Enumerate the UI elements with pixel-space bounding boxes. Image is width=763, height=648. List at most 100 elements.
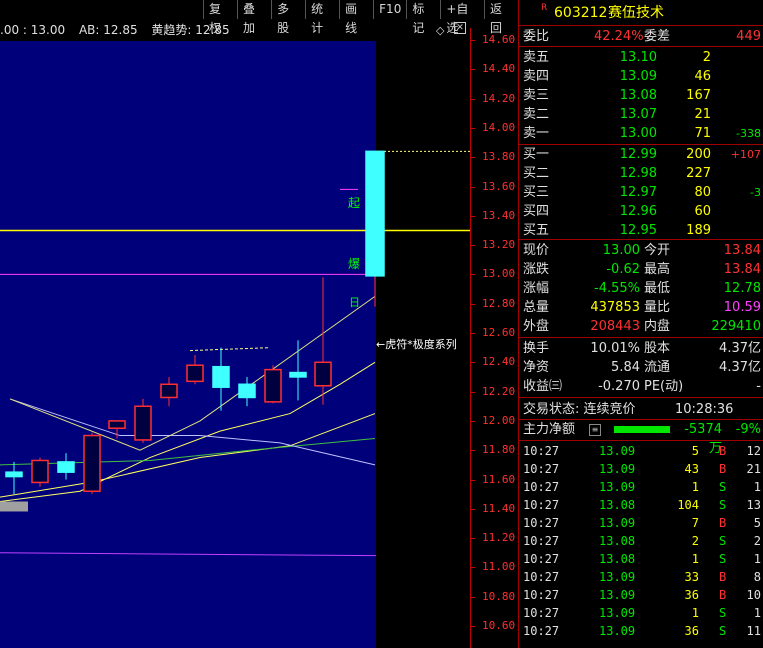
y-tick-mark (470, 508, 475, 510)
quote-panel: R 603212 赛伍技术 委比 42.24% 委差 449 卖五 13.10 2 卖… (518, 0, 763, 648)
y-tick-mark (470, 98, 475, 100)
y-tick: 14.00 (482, 120, 516, 134)
y-tick-mark (470, 538, 475, 540)
sell-row[interactable]: 卖四 13.09 46 (519, 67, 763, 86)
quote-label: 外盘 (523, 319, 550, 334)
tick-row: 10:27 13.09 43 B 21 (519, 460, 763, 478)
tick-price: 13.09 (599, 516, 636, 530)
fund-value: -0.270 (598, 379, 640, 394)
tick-count: 13 (746, 498, 761, 512)
y-tick-mark (470, 303, 475, 305)
level-price: 12.97 (619, 185, 657, 200)
status-row: 交易状态: 连续竞价 10:28:36 (519, 400, 763, 419)
y-tick-mark (470, 245, 475, 247)
tick-side: B (719, 516, 727, 530)
buy-row[interactable]: 买四 12.96 60 (519, 202, 763, 221)
level-volume: 46 (694, 69, 711, 84)
quote-row: 外盘 208443 内盘 229410 (519, 317, 763, 336)
quote-value: 437853 (590, 300, 640, 315)
candle-body (212, 365, 230, 388)
quote-value: 13.84 (723, 262, 761, 277)
quote-label: 涨幅 (523, 281, 550, 296)
tick-time: 10:27 (523, 444, 560, 458)
level-price: 13.07 (619, 107, 657, 122)
ma-line-4 (9, 398, 376, 466)
kline-chart[interactable]: 复权 叠加 多股 统计 画线 F10 标记 +自选 返回 .00 : 13.00 AB: 12.… (0, 0, 518, 648)
buy-row[interactable]: 买三 12.97 80 -3 (519, 183, 763, 202)
fund-label: 收益㈢ (523, 379, 563, 394)
candle-body (289, 371, 307, 378)
level-label: 买一 (523, 147, 550, 162)
tick-volume: 104 (677, 498, 699, 512)
mainflow-row: 主力净额 ≡ -5374万 -9% (519, 420, 763, 456)
buy-row[interactable]: 买二 12.98 227 (519, 164, 763, 183)
tick-count: 1 (753, 606, 761, 620)
tick-side: S (719, 606, 727, 620)
quote-value: 229410 (711, 319, 761, 334)
sell-row[interactable]: 卖二 13.07 21 (519, 105, 763, 124)
tick-volume: 7 (691, 516, 699, 530)
level-label: 买五 (523, 223, 550, 238)
status-time: 10:28:36 (675, 402, 734, 417)
y-tick-mark (470, 186, 475, 188)
fund-row: 净资 5.84 流通 4.37亿 (519, 358, 763, 377)
tick-count: 12 (746, 444, 761, 458)
fund-label: 净资 (523, 360, 550, 375)
quote-label: 最高 (644, 262, 671, 277)
y-tick: 11.40 (482, 501, 516, 515)
quote-label: 总量 (523, 300, 550, 315)
trade-status: 交易状态: 连续竞价 (523, 402, 636, 417)
level-price: 13.10 (619, 50, 657, 65)
y-tick-mark (470, 127, 475, 129)
candle-body (83, 434, 101, 492)
tick-price: 13.09 (599, 624, 636, 638)
tick-side: B (719, 462, 727, 476)
fund-label: 股本 (644, 341, 671, 356)
y-tick-mark (470, 596, 475, 598)
doc-icon[interactable]: ≡ (589, 424, 601, 436)
y-tick-mark (470, 567, 475, 569)
fund-label: 流通 (644, 360, 671, 375)
bao-label: 爆 (348, 257, 361, 271)
y-axis-line (470, 28, 471, 648)
series-note: ←虎符*极度系列 (376, 338, 457, 351)
candle-body (5, 471, 23, 478)
tick-side: S (719, 534, 727, 548)
y-tick: 11.20 (482, 531, 516, 545)
level-volume: 227 (686, 166, 711, 181)
level-label: 买三 (523, 185, 550, 200)
fund-value: - (756, 379, 761, 394)
y-tick: 11.60 (482, 472, 516, 486)
sell-row[interactable]: 卖三 13.08 167 (519, 86, 763, 105)
level-price: 13.09 (619, 69, 657, 84)
tick-row: 10:27 13.09 36 B 10 (519, 586, 763, 604)
tick-row: 10:27 13.09 5 B 12 (519, 442, 763, 460)
fund-value: 5.84 (611, 360, 640, 375)
quote-label: 内盘 (644, 319, 671, 334)
buy-row[interactable]: 买五 12.95 189 (519, 221, 763, 240)
stock-flag: R (541, 3, 548, 13)
weibi-label: 委比 (523, 29, 550, 44)
tick-row: 10:27 13.09 7 B 5 (519, 514, 763, 532)
weibi-value: 42.24% (594, 29, 644, 44)
y-tick: 14.40 (482, 62, 516, 76)
level-change: -3 (750, 186, 761, 199)
tick-count: 11 (746, 624, 761, 638)
y-tick-mark (470, 215, 475, 217)
y-tick-mark (470, 420, 475, 422)
buy-row[interactable]: 买一 12.99 200 +107 (519, 145, 763, 164)
candle-body (238, 383, 256, 399)
sell-row[interactable]: 卖五 13.10 2 (519, 48, 763, 67)
tick-price: 13.08 (599, 498, 636, 512)
sell-row[interactable]: 卖一 13.00 71 -338 (519, 124, 763, 143)
tick-row: 10:27 13.09 33 B 8 (519, 568, 763, 586)
tick-volume: 1 (691, 552, 699, 566)
y-tick-mark (470, 274, 475, 276)
tick-side: B (719, 444, 727, 458)
tick-side: B (719, 570, 727, 584)
fund-value: 4.37亿 (719, 341, 761, 356)
stock-name: 赛伍技术 (608, 5, 664, 21)
y-tick-mark (470, 626, 475, 627)
quote-value: 13.84 (723, 243, 761, 258)
y-tick: 10.60 (482, 619, 516, 632)
